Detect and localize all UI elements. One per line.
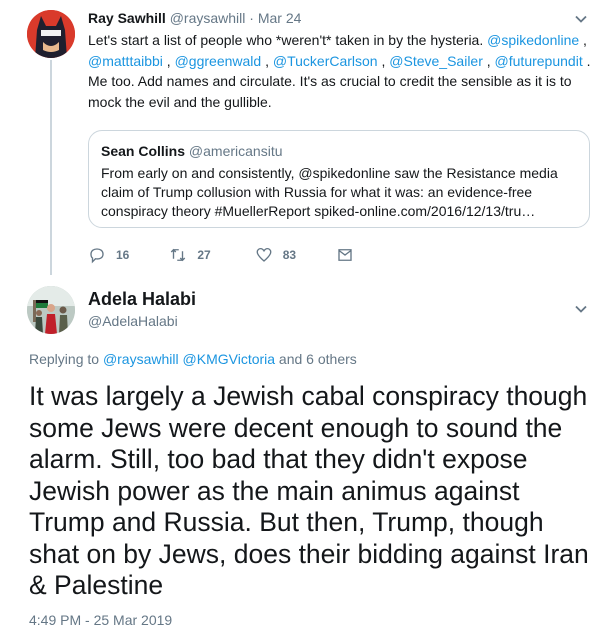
- avatar[interactable]: [27, 10, 75, 58]
- reply-button[interactable]: 16: [88, 246, 129, 264]
- profile-photo-icon: [27, 286, 75, 334]
- retweet-icon: [171, 248, 186, 262]
- replying-to: Replying to @raysawhill @KMGVictoria and…: [29, 351, 357, 367]
- like-button[interactable]: 83: [255, 246, 296, 264]
- tweet-text-segment: ,: [261, 52, 273, 69]
- chevron-down-icon[interactable]: [574, 302, 588, 316]
- tweet-text-segment: ,: [162, 52, 175, 69]
- mention-link[interactable]: @spikedonline: [487, 32, 579, 48]
- embedded-author-name: Sean Collins: [101, 143, 186, 159]
- chevron-down-icon[interactable]: [574, 12, 588, 26]
- message-icon: [338, 249, 352, 261]
- quoted-tweet-header: Ray Sawhill @raysawhill · Mar 24: [88, 10, 301, 26]
- embedded-author-handle: @americansitu: [188, 143, 283, 159]
- author-handle[interactable]: @AdelaHalabi: [88, 313, 178, 329]
- replying-suffix[interactable]: and 6 others: [275, 351, 357, 367]
- tweet-text-segment: ,: [482, 52, 495, 69]
- avatar[interactable]: [27, 286, 75, 334]
- tweet-text-segment: ,: [377, 52, 390, 69]
- mention-link[interactable]: @matttaibbi: [88, 53, 163, 69]
- mention-link[interactable]: @Steve_Sailer: [389, 53, 483, 69]
- retweet-button[interactable]: 27: [169, 246, 211, 264]
- replying-prefix: Replying to: [29, 351, 103, 367]
- embedded-quote-card[interactable]: Sean Collins @americansitu From early on…: [88, 130, 590, 228]
- tweet-timestamp[interactable]: 4:49 PM - 25 Mar 2019: [29, 612, 172, 628]
- mention-link[interactable]: @TuckerCarlson: [273, 53, 378, 69]
- quoted-tweet-text: Let's start a list of people who *weren'…: [88, 30, 598, 112]
- tweet-actions: 16 27 83: [88, 245, 354, 265]
- reply-mention-link[interactable]: @KMGVictoria: [183, 351, 276, 367]
- mention-link[interactable]: @futurepundit: [495, 53, 583, 69]
- embedded-text: From early on and consistently, @spikedo…: [101, 165, 558, 219]
- author-name[interactable]: Ray Sawhill: [88, 10, 166, 26]
- reply-count: 16: [116, 248, 130, 262]
- author-name[interactable]: Adela Halabi: [88, 289, 196, 310]
- mention-link[interactable]: @ggreenwald: [175, 53, 262, 69]
- reply-mention-link[interactable]: @raysawhill: [103, 351, 179, 367]
- batman-avatar-icon: [27, 10, 75, 58]
- like-icon: [256, 247, 272, 262]
- like-count: 83: [282, 248, 297, 262]
- main-tweet-text: It was largely a Jewish cabal conspiracy…: [29, 381, 589, 600]
- tweet-text-segment: Let's start a list of people who *weren'…: [88, 32, 488, 48]
- embedded-header: Sean Collins @americansitu: [101, 143, 283, 159]
- thread-connector-line: [50, 60, 52, 275]
- tweet-date[interactable]: · Mar 24: [249, 10, 301, 26]
- retweet-count: 27: [197, 248, 211, 262]
- author-handle[interactable]: @raysawhill: [170, 10, 246, 26]
- tweet-text-segment: ,: [579, 32, 587, 48]
- direct-message-button[interactable]: [336, 246, 354, 264]
- reply-icon: [90, 248, 104, 264]
